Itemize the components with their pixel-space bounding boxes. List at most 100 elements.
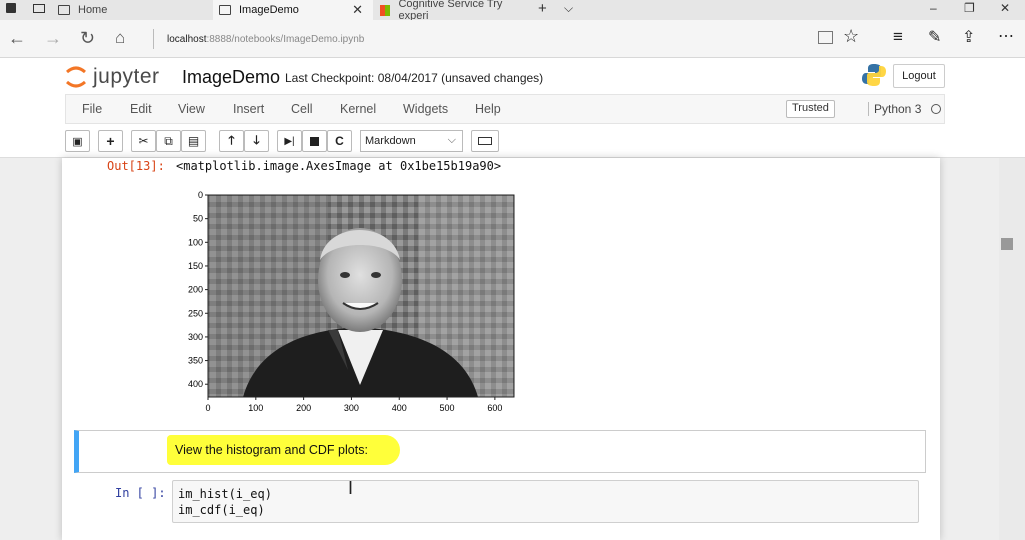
- logout-button[interactable]: Logout: [893, 64, 945, 88]
- set-aside-tabs-icon[interactable]: [33, 4, 45, 13]
- paste-button[interactable]: ▤: [181, 130, 206, 152]
- menubar: File Edit View Insert Cell Kernel Widget…: [65, 94, 945, 124]
- y-tick-label: 350: [188, 356, 203, 366]
- more-icon[interactable]: ⋯: [998, 26, 1014, 46]
- python-logo-icon: [862, 64, 886, 86]
- share-icon[interactable]: ⇪: [962, 27, 975, 47]
- new-tab-icon[interactable]: +: [538, 0, 547, 17]
- y-tick-label: 50: [193, 214, 203, 224]
- jupyter-logo[interactable]: jupyter: [65, 64, 160, 90]
- stop-button[interactable]: [302, 130, 327, 152]
- x-tick-label: 100: [248, 403, 263, 413]
- move-down-button[interactable]: 🡓: [244, 130, 269, 152]
- menu-kernel[interactable]: Kernel: [340, 102, 376, 116]
- tabs-menu-icon[interactable]: [6, 3, 16, 13]
- jupyter-header: jupyter ImageDemo Last Checkpoint: 08/04…: [0, 58, 1025, 158]
- code-cell-editor[interactable]: im_hist(i_eq) im_cdf(i_eq): [172, 480, 919, 523]
- tab-home[interactable]: Home: [52, 0, 212, 20]
- photo-image: [208, 195, 514, 397]
- x-tick-label: 0: [205, 403, 210, 413]
- x-tick-label: 400: [392, 403, 407, 413]
- url-field[interactable]: localhost:8888/notebooks/ImageDemo.ipynb: [153, 29, 364, 49]
- minimize-icon[interactable]: –: [930, 1, 937, 15]
- cell-type-select[interactable]: Markdown ⌵: [360, 130, 463, 152]
- hub-icon[interactable]: ≡: [893, 27, 903, 47]
- checkpoint-status: Last Checkpoint: 08/04/2017 (unsaved cha…: [285, 71, 544, 85]
- step-forward-icon: ▶|: [284, 135, 295, 147]
- y-tick-label: 200: [188, 285, 203, 295]
- browser-tab-bar: Home ImageDemo ✕ Cognitive Service Try e…: [0, 0, 1025, 22]
- code-line: im_hist(i_eq): [178, 487, 272, 501]
- y-tick-label: 0: [198, 190, 203, 200]
- tab-imagedemo[interactable]: ImageDemo ✕: [213, 0, 373, 20]
- cell-type-value: Markdown: [365, 135, 416, 147]
- save-icon: ▣: [72, 135, 83, 148]
- scissors-icon: ✂: [138, 134, 149, 148]
- tab-label: Home: [78, 4, 108, 16]
- menu-insert[interactable]: Insert: [233, 102, 264, 116]
- restart-button[interactable]: C: [327, 130, 352, 152]
- url-path: :8888/notebooks/ImageDemo.ipynb: [206, 33, 365, 45]
- close-tab-icon[interactable]: ✕: [352, 2, 363, 18]
- markdown-text: View the histogram and CDF plots:: [167, 435, 400, 465]
- kernel-idle-icon: [931, 104, 941, 114]
- plus-icon: +: [106, 133, 115, 149]
- stop-icon: [310, 136, 319, 146]
- copy-button[interactable]: ⧉: [156, 130, 181, 152]
- refresh-icon[interactable]: ↻: [80, 28, 95, 49]
- home-icon[interactable]: ⌂: [115, 28, 125, 48]
- trusted-indicator[interactable]: Trusted: [786, 100, 835, 118]
- restore-icon[interactable]: ❐: [964, 1, 975, 15]
- keyboard-icon: [478, 137, 492, 145]
- reading-view-icon[interactable]: [818, 31, 833, 44]
- text-cursor-icon: I: [348, 478, 354, 498]
- chevron-down-icon[interactable]: ⌵: [564, 1, 573, 16]
- x-tick-label: 500: [440, 403, 455, 413]
- x-tick-label: 200: [296, 403, 311, 413]
- notes-pen-icon[interactable]: ✎: [928, 27, 941, 47]
- move-up-button[interactable]: 🡑: [219, 130, 244, 152]
- close-window-icon[interactable]: ✕: [1000, 1, 1010, 15]
- y-tick-label: 100: [188, 237, 203, 247]
- tab-cognitive-service[interactable]: Cognitive Service Try experi: [374, 0, 529, 22]
- arrow-down-icon: 🡓: [253, 132, 260, 147]
- menu-view[interactable]: View: [178, 102, 205, 116]
- copy-icon: ⧉: [164, 133, 173, 148]
- menu-edit[interactable]: Edit: [130, 102, 152, 116]
- code-line: im_cdf(i_eq): [178, 503, 265, 517]
- output-text: <matplotlib.image.AxesImage at 0x1be15b1…: [176, 159, 502, 173]
- tab-label: ImageDemo: [239, 4, 299, 16]
- y-tick-label: 400: [188, 379, 203, 389]
- jupyter-wordmark: jupyter: [93, 65, 160, 88]
- scrollbar-thumb[interactable]: [1001, 238, 1013, 250]
- notebook-container: Out[13]: <matplotlib.image.AxesImage at …: [62, 158, 940, 540]
- menu-widgets[interactable]: Widgets: [403, 102, 448, 116]
- restart-icon: C: [335, 134, 344, 148]
- run-button[interactable]: ▶|: [277, 130, 302, 152]
- menu-help[interactable]: Help: [475, 102, 501, 116]
- page-scrollbar[interactable]: [999, 158, 1025, 540]
- x-tick-label: 300: [344, 403, 359, 413]
- arrow-up-icon: 🡑: [228, 132, 235, 147]
- favorite-star-icon[interactable]: ☆: [843, 26, 859, 47]
- jupyter-logo-icon: [66, 66, 86, 88]
- tab-label: Cognitive Service Try experi: [398, 0, 503, 22]
- notebook-name[interactable]: ImageDemo: [182, 67, 280, 88]
- markdown-cell[interactable]: View the histogram and CDF plots:: [74, 430, 926, 473]
- input-prompt: In [ ]:: [115, 486, 166, 500]
- back-icon[interactable]: ←: [8, 28, 26, 49]
- forward-icon[interactable]: →: [44, 28, 62, 49]
- command-palette-button[interactable]: [471, 130, 499, 152]
- insert-cell-button[interactable]: +: [98, 130, 123, 152]
- save-button[interactable]: ▣: [65, 130, 90, 152]
- output-prompt: Out[13]:: [107, 159, 165, 173]
- menu-cell[interactable]: Cell: [291, 102, 313, 116]
- chevron-down-icon: ⌵: [447, 134, 456, 146]
- paste-icon: ▤: [187, 134, 200, 148]
- page-icon: [58, 5, 70, 15]
- url-host: localhost: [167, 33, 207, 45]
- cut-button[interactable]: ✂: [131, 130, 156, 152]
- menu-file[interactable]: File: [82, 102, 102, 116]
- image-plot: 0 50 100 150 200 250 300 350 400 0 100 200 300 400 50…: [188, 190, 515, 413]
- microsoft-logo-icon: [380, 4, 391, 16]
